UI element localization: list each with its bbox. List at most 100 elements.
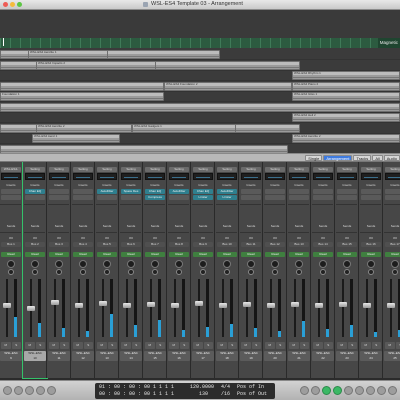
insert-slot[interactable]: Space Des — [121, 189, 141, 194]
group-slot[interactable] — [320, 269, 326, 275]
eq-display[interactable] — [241, 173, 261, 180]
channel-strip[interactable]: Setting Inserts Chan EQ Compress Sends I/O Bus… — [143, 162, 167, 378]
output-slot[interactable]: Bus 15 — [337, 242, 357, 247]
output-slot[interactable]: Bus 13 — [289, 242, 309, 247]
insert-slot[interactable] — [265, 189, 285, 194]
setting-button[interactable]: Setting — [361, 167, 381, 172]
output-slot[interactable]: Bus 3 — [49, 242, 69, 247]
eq-display[interactable] — [217, 173, 237, 180]
track-name[interactable]: WSL-ES425 — [384, 351, 400, 361]
pan-knob[interactable] — [223, 260, 231, 268]
insert-slot[interactable] — [313, 195, 333, 200]
channel-strip[interactable]: Setting Inserts Sends I/O Bus 15 Read M S WSL-ES… — [335, 162, 359, 378]
tuner-button[interactable] — [377, 386, 386, 395]
channel-strip[interactable]: Setting Inserts Sends I/O Bus 3 Read M S WSL-ES4… — [47, 162, 71, 378]
eq-display[interactable] — [145, 173, 165, 180]
solo-button[interactable]: S — [251, 342, 261, 349]
automation-read-button[interactable]: Read — [337, 252, 357, 257]
solo-button[interactable]: S — [179, 342, 189, 349]
volume-fader[interactable] — [243, 302, 251, 308]
track-name[interactable]: WSL-ES4 18 — [216, 351, 238, 361]
channel-strip[interactable]: Setting Inserts Chan EQ Limiter Sends I/O Bus … — [191, 162, 215, 378]
insert-slot[interactable]: Chan EQ — [25, 189, 45, 194]
eq-display[interactable] — [97, 173, 117, 180]
rewind-button[interactable] — [300, 386, 309, 395]
channel-strip[interactable]: Setting Inserts AutoFilter Sends I/O Bus 8 Rea… — [167, 162, 191, 378]
channel-strip[interactable]: Setting Inserts AutoFilter Limiter Sends I/O B… — [215, 162, 239, 378]
group-slot[interactable] — [200, 269, 206, 275]
stop-button[interactable] — [344, 386, 353, 395]
pan-knob[interactable] — [271, 260, 279, 268]
group-slot[interactable] — [128, 269, 134, 275]
mute-button[interactable]: M — [337, 342, 347, 349]
insert-slot[interactable] — [289, 195, 309, 200]
pan-knob[interactable] — [127, 260, 135, 268]
mute-button[interactable]: M — [97, 342, 107, 349]
channel-strip[interactable]: Setting Inserts Chan EQ Sends I/O Bus 2 Read M S… — [22, 162, 48, 379]
pan-knob[interactable] — [175, 260, 183, 268]
mute-button[interactable]: M — [73, 342, 83, 349]
insert-slot[interactable]: AutoFilter — [169, 189, 189, 194]
output-slot[interactable]: Bus 17 — [385, 242, 400, 247]
mixer-button[interactable] — [47, 386, 56, 395]
channel-strip[interactable]: Setting Inserts Sends I/O Bus 12 Read M S WSL-ES… — [263, 162, 287, 378]
automation-read-button[interactable]: Read — [169, 252, 189, 257]
region[interactable]: WSL-ES4 Aerolite 1 — [28, 50, 108, 59]
insert-slot[interactable] — [385, 189, 400, 194]
group-slot[interactable] — [368, 269, 374, 275]
output-slot[interactable]: Bus 16 — [361, 242, 381, 247]
insert-slot[interactable] — [241, 195, 261, 200]
channel-strip[interactable]: Setting Inserts AutoFilter Sends I/O Bus 5 Rea… — [95, 162, 119, 378]
automation-read-button[interactable]: Read — [193, 252, 213, 257]
insert-slot[interactable]: Compress — [145, 195, 165, 200]
setting-button[interactable]: Setting — [193, 167, 213, 172]
pan-knob[interactable] — [199, 260, 207, 268]
setting-button[interactable]: Setting — [289, 167, 309, 172]
insert-slot[interactable] — [289, 189, 309, 194]
group-slot[interactable] — [152, 269, 158, 275]
inspector-button[interactable] — [14, 386, 23, 395]
output-slot[interactable]: Bus 6 — [121, 242, 141, 247]
output-slot[interactable]: Bus 8 — [169, 242, 189, 247]
smart-controls-button[interactable] — [36, 386, 45, 395]
output-slot[interactable]: Bus 2 — [25, 242, 45, 247]
insert-slot[interactable] — [25, 195, 45, 200]
record-button[interactable] — [355, 386, 364, 395]
region[interactable]: WSL-ES4 Piano 2 — [292, 81, 400, 91]
pan-knob[interactable] — [79, 260, 87, 268]
volume-fader[interactable] — [27, 305, 35, 311]
region[interactable]: WSL-ES4 Aerolite 2 — [36, 123, 132, 133]
group-slot[interactable] — [344, 269, 350, 275]
pan-knob[interactable] — [31, 260, 39, 268]
mute-button[interactable]: M — [25, 342, 35, 349]
insert-slot[interactable] — [169, 195, 189, 200]
track-name[interactable]: WSL-ES4 22 — [312, 351, 334, 361]
insert-slot[interactable] — [313, 189, 333, 194]
solo-button[interactable]: S — [155, 342, 165, 349]
eq-display[interactable] — [193, 173, 213, 180]
group-slot[interactable] — [224, 269, 230, 275]
setting-button[interactable]: Setting — [121, 167, 141, 172]
region[interactable] — [0, 81, 164, 91]
volume-fader[interactable] — [51, 300, 59, 306]
volume-fader[interactable] — [99, 301, 107, 307]
setting-button[interactable]: Setting — [145, 167, 165, 172]
insert-slot[interactable]: Chan EQ — [193, 189, 213, 194]
insert-slot[interactable]: Limiter — [193, 195, 213, 200]
channel-strip[interactable]: WSL-ES4- Inserts Sends I/O Bus 1 Read M S WSL-ES… — [0, 162, 23, 378]
automation-read-button[interactable]: Read — [313, 252, 333, 257]
mixer-tab-arrangement[interactable]: Arrangement — [323, 155, 353, 161]
eq-display[interactable] — [313, 173, 333, 180]
mute-button[interactable]: M — [265, 342, 275, 349]
volume-fader[interactable] — [219, 302, 227, 308]
eq-display[interactable] — [385, 173, 400, 180]
arrange-area[interactable]: WSL-ES4 Aerolite 1 WSL-ES4 Impacts 2 WSL-E… — [0, 48, 400, 153]
group-slot[interactable] — [296, 269, 302, 275]
output-slot[interactable]: Bus 11 — [241, 242, 261, 247]
volume-fader[interactable] — [291, 301, 299, 307]
region[interactable]: WSL-ES4 Gliss 1 — [292, 92, 400, 101]
track-name[interactable]: WSL-ES4 19 — [240, 351, 262, 361]
mute-button[interactable]: M — [385, 342, 395, 349]
eq-display[interactable] — [49, 173, 69, 180]
automation-read-button[interactable]: Read — [73, 252, 93, 257]
